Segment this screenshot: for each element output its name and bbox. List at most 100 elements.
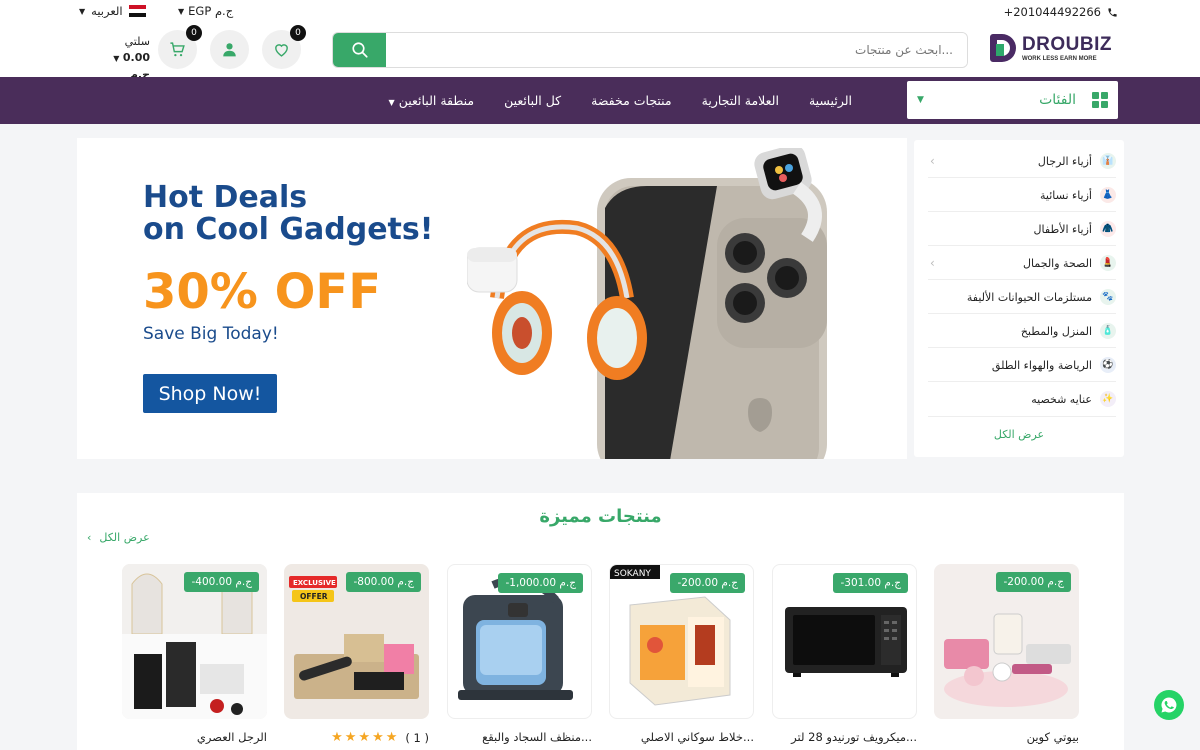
search-input[interactable] bbox=[386, 33, 967, 67]
exclusive-tag-line-1: EXCLUSIVE bbox=[293, 579, 336, 587]
box-brand-label: SOKANY bbox=[614, 569, 651, 579]
price-tag: ج.م 1,000.00- bbox=[498, 573, 583, 593]
categories-dropdown[interactable]: ▼ الفئات bbox=[907, 81, 1118, 119]
main-nav: ▼ الفئات الرئيسية العلامة التجارية منتجا… bbox=[0, 77, 1200, 124]
product-card[interactable]: SOKANY ج.م 200.00- bbox=[609, 564, 754, 719]
product-card[interactable]: ج.م 400.00- bbox=[122, 564, 267, 719]
price-tag: ج.م 301.00- bbox=[833, 573, 908, 593]
chevron-left-icon: ‹ bbox=[87, 531, 92, 544]
exclusive-tag-line-2: OFFER bbox=[300, 592, 328, 601]
grid-icon bbox=[1092, 92, 1108, 108]
user-icon bbox=[223, 43, 236, 57]
product-name[interactable]: ميكرويف تورنيدو 28 لتر... bbox=[772, 730, 917, 744]
mens-fashion-icon: 👔 bbox=[1100, 153, 1116, 169]
banner-headline: Hot Deals on Cool Gadgets! bbox=[143, 182, 433, 246]
logo-mark-icon bbox=[989, 32, 1020, 64]
sidebar-item-label: الصحة والجمال bbox=[1023, 256, 1092, 270]
whatsapp-icon bbox=[1161, 697, 1177, 713]
logo-tagline: WORK LESS EARN MORE bbox=[1021, 55, 1097, 62]
phone-number: +201044492266 bbox=[1003, 5, 1101, 19]
chevron-left-icon: ‹ bbox=[930, 154, 935, 168]
chevron-down-icon: ▼ bbox=[917, 95, 924, 105]
section-title: منتجات مميزة bbox=[539, 506, 662, 527]
currency-label: EGP ج.م bbox=[188, 4, 234, 18]
home-kitchen-icon: 🧴 bbox=[1100, 323, 1116, 339]
cart-count-badge: 0 bbox=[186, 25, 202, 41]
cart-label: سلتي bbox=[124, 35, 150, 48]
hero-banner[interactable]: Hot Deals on Cool Gadgets! 30% OFF Save … bbox=[77, 138, 907, 459]
language-selector[interactable]: ▼ العربيه bbox=[79, 4, 146, 18]
rating-stars: ★★★★★ bbox=[331, 730, 400, 745]
wishlist-button[interactable]: 0 bbox=[262, 25, 306, 69]
product-card[interactable]: ج.م 301.00- bbox=[772, 564, 917, 719]
sidebar-item-kids-fashion[interactable]: 🧥 أزياء الأطفال bbox=[914, 212, 1124, 246]
category-sidebar: 👔 أزياء الرجال ‹ 👗 أزياء نسائية 🧥 أزياء … bbox=[914, 140, 1124, 457]
sidebar-item-health-beauty[interactable]: 💄 الصحة والجمال ‹ bbox=[914, 246, 1124, 280]
product-rating: ★★★★★ ( 1 ) bbox=[284, 730, 429, 745]
search-icon bbox=[351, 42, 368, 58]
product-card[interactable]: ج.م 1,000.00- bbox=[447, 564, 592, 719]
sidebar-item-label: عنايه شخصيه bbox=[1031, 392, 1092, 406]
currency-selector[interactable]: ▼ EGP ج.م bbox=[178, 4, 233, 18]
nav-discounted[interactable]: منتجات مخفضة bbox=[591, 93, 672, 108]
product-name[interactable]: بيوتي كوين bbox=[934, 730, 1079, 744]
cart-summary[interactable]: سلتي ▼ 0.00 ج.م bbox=[96, 34, 150, 83]
featured-products-section: منتجات مميزة ‹ عرض الكل ج.م 200.00- بيوت… bbox=[77, 493, 1124, 750]
featured-view-all-link[interactable]: ‹ عرض الكل bbox=[87, 531, 150, 544]
nav-brands[interactable]: العلامة التجارية bbox=[702, 93, 779, 108]
sidebar-item-mens-fashion[interactable]: 👔 أزياء الرجال ‹ bbox=[914, 144, 1124, 178]
egypt-flag-icon bbox=[128, 5, 146, 17]
wishlist-count-badge: 0 bbox=[290, 25, 306, 41]
sidebar-view-all-link[interactable]: عرض الكل bbox=[914, 428, 1124, 441]
kids-fashion-icon: 🧥 bbox=[1100, 221, 1116, 237]
phone-icon bbox=[1108, 7, 1117, 17]
gadgets-illustration bbox=[467, 148, 827, 459]
whatsapp-button[interactable] bbox=[1154, 690, 1184, 720]
sidebar-item-womens-fashion[interactable]: 👗 أزياء نسائية bbox=[914, 178, 1124, 212]
top-bar: +201044492266 ▼ EGP ج.م ▼ العربيه bbox=[0, 0, 1200, 24]
sidebar-item-sports-outdoors[interactable]: ⚽ الرياضة والهواء الطلق bbox=[914, 348, 1124, 382]
search-button[interactable] bbox=[333, 33, 386, 67]
product-name[interactable]: الرجل العصري bbox=[122, 730, 267, 744]
womens-fashion-icon: 👗 bbox=[1100, 187, 1116, 203]
product-name[interactable]: خلاط سوكاني الاصلي... bbox=[609, 730, 754, 744]
price-tag: ج.م 800.00- bbox=[346, 572, 421, 592]
personal-care-icon: ✨ bbox=[1100, 391, 1116, 407]
sidebar-item-pet-supplies[interactable]: 🐾 مستلزمات الحيوانات الأليفة bbox=[914, 280, 1124, 314]
search-bar bbox=[332, 32, 968, 68]
nav-home[interactable]: الرئيسية bbox=[809, 93, 852, 108]
price-tag: ج.م 200.00- bbox=[670, 573, 745, 593]
product-card[interactable]: ج.م 200.00- bbox=[934, 564, 1079, 719]
chevron-down-icon: ▼ bbox=[178, 6, 185, 16]
sidebar-item-label: المنزل والمطبخ bbox=[1020, 324, 1092, 338]
banner-discount: 30% OFF bbox=[143, 264, 381, 320]
sidebar-item-label: أزياء الرجال bbox=[1037, 154, 1092, 168]
heart-icon bbox=[275, 44, 288, 57]
nav-seller-zone[interactable]: ▼ منطقة البائعين bbox=[389, 93, 475, 108]
health-beauty-icon: 💄 bbox=[1100, 255, 1116, 271]
sidebar-item-home-kitchen[interactable]: 🧴 المنزل والمطبخ bbox=[914, 314, 1124, 348]
product-card[interactable]: EXCLUSIVE OFFER ج.م 800.00- bbox=[284, 564, 429, 719]
account-button[interactable] bbox=[210, 30, 249, 69]
pet-supplies-icon: 🐾 bbox=[1100, 289, 1116, 305]
cart-button[interactable]: 0 bbox=[158, 25, 202, 69]
sidebar-item-label: أزياء نسائية bbox=[1040, 188, 1092, 202]
product-name[interactable]: منظف السجاد والبقع... bbox=[447, 730, 592, 744]
sidebar-item-label: مستلزمات الحيوانات الأليفة bbox=[966, 290, 1092, 304]
banner-line-2: on Cool Gadgets! bbox=[143, 212, 434, 247]
cart-icon bbox=[170, 42, 185, 57]
logo[interactable]: DROUBIZ WORK LESS EARN MORE bbox=[989, 32, 1112, 64]
price-tag: ج.م 200.00- bbox=[996, 572, 1071, 592]
shop-now-button[interactable]: Shop Now! bbox=[143, 374, 277, 413]
rating-count: ( 1 ) bbox=[405, 730, 429, 745]
chevron-down-icon: ▼ bbox=[79, 6, 86, 16]
nav-all-sellers[interactable]: كل البائعين bbox=[504, 93, 561, 108]
view-all-label: عرض الكل bbox=[99, 531, 150, 544]
categories-label: الفئات bbox=[1039, 92, 1076, 108]
sidebar-item-personal-care[interactable]: ✨ عنايه شخصيه bbox=[914, 382, 1124, 416]
nav-seller-zone-label: منطقة البائعين bbox=[398, 93, 475, 108]
price-tag: ج.م 400.00- bbox=[184, 572, 259, 592]
language-label: العربيه bbox=[91, 4, 123, 18]
sidebar-item-label: أزياء الأطفال bbox=[1033, 222, 1092, 236]
phone-contact[interactable]: +201044492266 bbox=[1004, 5, 1118, 19]
